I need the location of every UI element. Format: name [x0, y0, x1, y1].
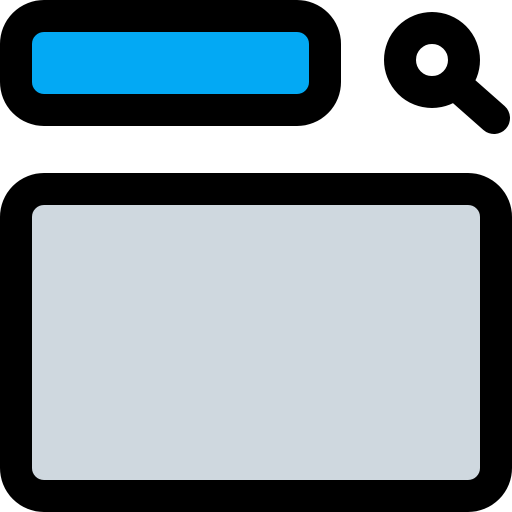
- search-icon[interactable]: [384, 12, 510, 134]
- search-handle: [444, 72, 510, 134]
- content-window-rect: [0, 173, 512, 512]
- search-window-icon: [0, 0, 512, 512]
- content-window: [0, 173, 512, 512]
- search-bar[interactable]: [0, 0, 341, 126]
- search-bar-rect[interactable]: [0, 0, 341, 126]
- search-window-icon-svg: [0, 0, 512, 512]
